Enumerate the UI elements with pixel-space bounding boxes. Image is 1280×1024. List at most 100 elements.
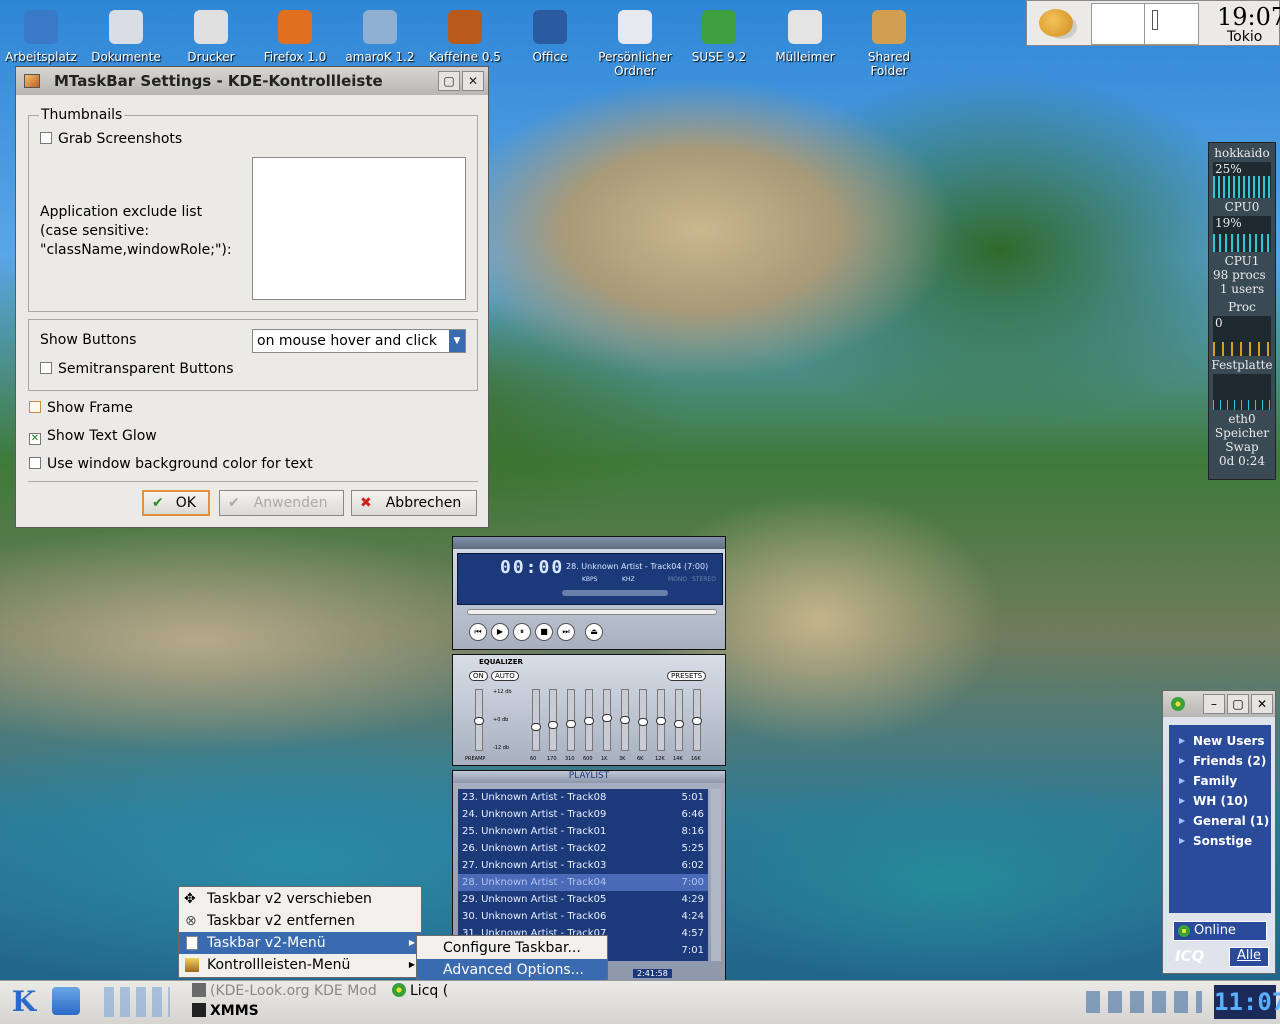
apply-button[interactable]: ✔ Anwenden xyxy=(219,490,344,516)
semitransparent-checkbox[interactable]: Semitransparent Buttons xyxy=(40,361,234,377)
icq-status-button[interactable]: Online xyxy=(1173,921,1267,941)
submenu-configure-taskbar[interactable]: Configure Taskbar... xyxy=(417,937,607,959)
clock-time[interactable]: 19:07 xyxy=(1217,3,1280,31)
task-licq[interactable]: Licq ( xyxy=(392,983,452,1002)
close-button[interactable]: ✕ xyxy=(462,71,484,91)
slider-knob[interactable] xyxy=(531,723,541,731)
desktop-icon-computer[interactable]: Arbeitsplatz xyxy=(0,10,82,64)
eq-band-slider[interactable] xyxy=(674,689,684,751)
weather-icon[interactable] xyxy=(1039,9,1073,37)
desktop-icon-shared-folder[interactable]: Shared Folder xyxy=(848,10,930,78)
eq-band-slider[interactable] xyxy=(548,689,558,751)
playlist-row[interactable]: 27. Unknown Artist - Track03 6:02 xyxy=(458,857,708,874)
playlist-row[interactable]: 29. Unknown Artist - Track05 4:29 xyxy=(458,891,708,908)
submenu-advanced-options[interactable]: Advanced Options... xyxy=(417,959,607,981)
minimize-button[interactable]: – xyxy=(1203,694,1225,714)
show-text-glow-checkbox[interactable]: ✕ Show Text Glow xyxy=(29,428,157,445)
checkbox-icon[interactable] xyxy=(29,401,41,413)
icq-group[interactable]: Sonstige xyxy=(1169,831,1271,851)
icq-group[interactable]: Family xyxy=(1169,771,1271,791)
seek-bar[interactable] xyxy=(467,609,717,615)
checked-icon[interactable]: ✕ xyxy=(29,433,41,445)
system-tray[interactable] xyxy=(1086,991,1202,1013)
icq-group[interactable]: Friends (2) xyxy=(1169,751,1271,771)
playlist-row[interactable]: 25. Unknown Artist - Track01 8:16 xyxy=(458,823,708,840)
use-window-bg-checkbox[interactable]: Use window background color for text xyxy=(29,456,313,472)
show-buttons-select[interactable]: on mouse hover and click ▼ xyxy=(252,329,466,353)
preamp-slider[interactable] xyxy=(474,689,484,751)
task-xmms[interactable]: XMMS xyxy=(192,1003,382,1022)
eject-button[interactable]: ⏏ xyxy=(585,623,603,641)
dialog-titlebar[interactable]: MTaskBar Settings - KDE-Kontrollleiste ▢… xyxy=(16,67,488,95)
stop-button[interactable]: ■ xyxy=(535,623,553,641)
app-icon[interactable] xyxy=(24,74,40,88)
desktop-icon-trash[interactable]: Mülleimer xyxy=(764,10,846,64)
playlist-scrollbar[interactable] xyxy=(711,789,721,961)
next-button[interactable]: ⏭ xyxy=(557,623,575,641)
slider-knob[interactable] xyxy=(620,716,630,724)
eq-band-slider[interactable] xyxy=(566,689,576,751)
icq-titlebar[interactable]: – ▢ ✕ xyxy=(1163,691,1275,717)
kde-menu-button[interactable]: K xyxy=(6,985,42,1019)
eq-band-slider[interactable] xyxy=(620,689,630,751)
slider-knob[interactable] xyxy=(584,717,594,725)
quicklaunch-icons[interactable] xyxy=(104,987,170,1017)
slider-knob[interactable] xyxy=(674,720,684,728)
icq-group[interactable]: New Users xyxy=(1169,731,1271,751)
desktop-icon-office[interactable]: Office xyxy=(509,10,591,64)
eq-band-slider[interactable] xyxy=(692,689,702,751)
desktop-icon-amarok[interactable]: amaroK 1.2 xyxy=(339,10,421,64)
desktop-icon-documents[interactable]: Dokumente xyxy=(85,10,167,64)
playlist-row[interactable]: 24. Unknown Artist - Track09 6:46 xyxy=(458,806,708,823)
playlist-row[interactable]: 23. Unknown Artist - Track08 5:01 xyxy=(458,789,708,806)
playlist-row[interactable]: 26. Unknown Artist - Track02 5:25 xyxy=(458,840,708,857)
checkbox-icon[interactable] xyxy=(40,132,52,144)
icq-flower-icon[interactable] xyxy=(1171,697,1185,711)
icq-all-button[interactable]: Alle xyxy=(1229,947,1269,967)
desktop-icon-kaffeine[interactable]: Kaffeine 0.5 xyxy=(424,10,506,64)
slider-knob[interactable] xyxy=(548,721,558,729)
balance-slider[interactable] xyxy=(634,590,668,596)
playlist-row[interactable]: 30. Unknown Artist - Track06 4:24 xyxy=(458,908,708,925)
eq-band-slider[interactable] xyxy=(531,689,541,751)
previous-button[interactable]: ⏮ xyxy=(469,623,487,641)
checkbox-icon[interactable] xyxy=(40,362,52,374)
desktop-icon-suse[interactable]: SUSE 9.2 xyxy=(678,10,760,64)
eq-band-slider[interactable] xyxy=(584,689,594,751)
menu-item-taskbar-menu[interactable]: Taskbar v2-Menü ▶ xyxy=(179,932,421,954)
menu-item-move[interactable]: ✥ Taskbar v2 verschieben xyxy=(179,888,421,910)
slider-knob[interactable] xyxy=(656,717,666,725)
menu-item-remove[interactable]: ⊗ Taskbar v2 entfernen xyxy=(179,910,421,932)
task-kdelook[interactable]: (KDE-Look.org KDE Mod xyxy=(192,983,382,1002)
desktop-icon-firefox[interactable]: Firefox 1.0 xyxy=(254,10,336,64)
pause-button[interactable]: ⏸ xyxy=(513,623,531,641)
maximize-button[interactable]: ▢ xyxy=(1227,694,1249,714)
eq-band-slider[interactable] xyxy=(602,689,612,751)
icq-group[interactable]: WH (10) xyxy=(1169,791,1271,811)
desktop-icon-printer[interactable]: Drucker xyxy=(170,10,252,64)
icq-group[interactable]: General (1) xyxy=(1169,811,1271,831)
checkbox-icon[interactable] xyxy=(29,457,41,469)
chevron-down-icon[interactable]: ▼ xyxy=(449,330,465,352)
panel-clock[interactable]: 11:07 xyxy=(1214,985,1280,1019)
eq-band-slider[interactable] xyxy=(656,689,666,751)
desktop-icon-home[interactable]: Persönlicher Ordner xyxy=(594,10,676,78)
icq-contact-list[interactable]: New UsersFriends (2)FamilyWH (10)General… xyxy=(1169,725,1271,913)
menu-item-panel-menu[interactable]: Kontrollleisten-Menü ▶ xyxy=(179,954,421,976)
playlist-row[interactable]: 28. Unknown Artist - Track04 7:00 xyxy=(458,874,708,891)
slider-knob[interactable] xyxy=(638,718,648,726)
pager-applet[interactable] xyxy=(1091,3,1199,45)
exclude-list-textarea[interactable] xyxy=(252,157,466,300)
ok-button[interactable]: ✔ OK xyxy=(142,490,210,516)
eq-band-slider[interactable] xyxy=(638,689,648,751)
grab-screenshots-checkbox[interactable]: Grab Screenshots xyxy=(40,131,182,147)
slider-knob[interactable] xyxy=(602,714,612,722)
slider-knob[interactable] xyxy=(474,717,484,725)
show-frame-checkbox[interactable]: Show Frame xyxy=(29,400,133,416)
xmms-titlebar[interactable] xyxy=(453,537,725,549)
show-desktop-icon[interactable] xyxy=(52,987,80,1015)
close-button[interactable]: ✕ xyxy=(1251,694,1273,714)
maximize-button[interactable]: ▢ xyxy=(438,71,460,91)
slider-knob[interactable] xyxy=(566,720,576,728)
slider-knob[interactable] xyxy=(692,717,702,725)
